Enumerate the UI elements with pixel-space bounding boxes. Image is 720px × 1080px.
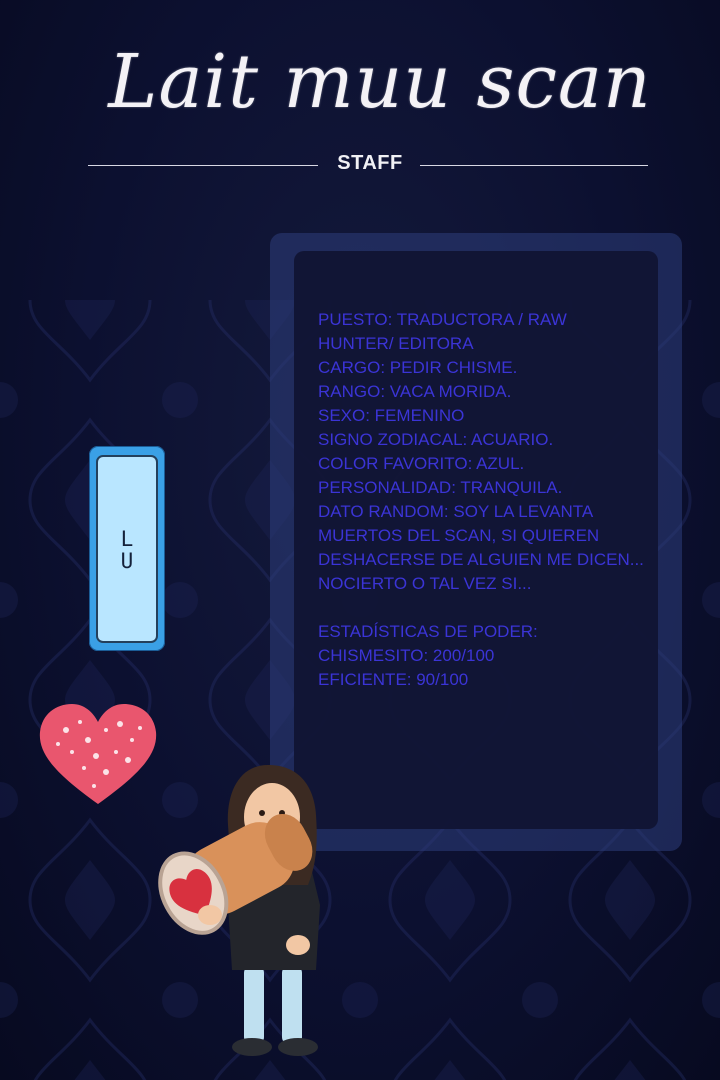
info-line: CARGO: PEDIR CHISME.	[318, 358, 518, 377]
scan-logo: Lait muu scan	[108, 39, 652, 125]
header-divider-right	[420, 165, 648, 166]
info-line: PERSONALIDAD: TRANQUILA.	[318, 478, 563, 497]
info-line: DATO RANDOM: SOY LA LEVANTA	[318, 502, 594, 521]
member-name: L U	[96, 528, 158, 572]
heart-sticker-icon	[39, 704, 157, 804]
stats-title: ESTADÍSTICAS DE PODER:	[318, 622, 538, 641]
info-line: SEXO: FEMENINO	[318, 406, 465, 425]
info-line: COLOR FAVORITO: AZUL.	[318, 454, 525, 473]
avatar-sticker	[158, 765, 320, 1056]
info-line: DESHACERSE DE ALGUIEN ME DICEN...	[318, 550, 644, 569]
member-info: PUESTO: TRADUCTORA / RAW HUNTER/ EDITORA…	[318, 308, 658, 692]
info-line: NOCIERTO O TAL VEZ SI...	[318, 574, 532, 593]
info-line: SIGNO ZODIACAL: ACUARIO.	[318, 430, 554, 449]
stat-line: CHISMESITO: 200/100	[318, 646, 495, 665]
section-title: STAFF	[337, 152, 403, 174]
info-line: PUESTO: TRADUCTORA / RAW	[318, 310, 567, 329]
info-line: MUERTOS DEL SCAN, SI QUIEREN	[318, 526, 600, 545]
info-line: RANGO: VACA MORIDA.	[318, 382, 512, 401]
info-line: HUNTER/ EDITORA	[318, 334, 474, 353]
header-divider-left	[88, 165, 318, 166]
stat-line: EFICIENTE: 90/100	[318, 670, 469, 689]
member-name-letters: L U	[120, 527, 134, 573]
